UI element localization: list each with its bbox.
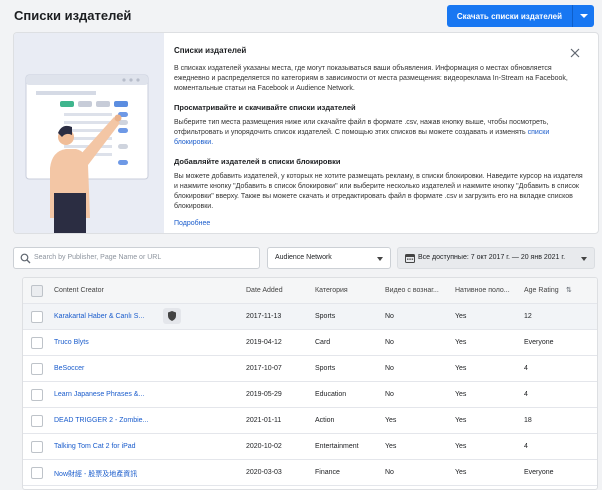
row-checkbox[interactable] [31, 389, 43, 401]
content-creator-link[interactable]: Talking Tom Cat 2 for iPad [54, 443, 136, 450]
search-icon [20, 253, 31, 264]
date-added: 2021-01-11 [246, 417, 282, 424]
row-checkbox[interactable] [31, 363, 43, 375]
row-checkbox[interactable] [31, 467, 43, 479]
info-paragraph: В списках издателей указаны места, где м… [174, 65, 568, 92]
chevron-down-icon [581, 257, 587, 261]
page-title: Списки издателей [14, 8, 132, 23]
download-publisher-lists-button[interactable]: Скачать списки издателей [446, 5, 572, 27]
age-rating: 4 [524, 443, 528, 450]
content-creator-link[interactable]: Truco Blyts [54, 339, 89, 346]
category: Sports [315, 313, 336, 320]
sort-icon[interactable]: ⇅ [566, 286, 572, 294]
age-rating: Everyone [524, 339, 554, 346]
category: Education [315, 391, 347, 398]
placement-value: Audience Network [275, 254, 332, 261]
date-added: 2020-10-02 [246, 443, 282, 450]
date-range-picker[interactable]: Все доступные: 7 окт 2017 г. — 20 янв 20… [397, 247, 595, 269]
age-rating: Everyone [524, 469, 554, 476]
row-checkbox[interactable] [31, 415, 43, 427]
date-added: 2019-04-12 [246, 339, 282, 346]
info-subheading: Добавляйте издателей в списки блокировки [174, 157, 341, 166]
native: Yes [455, 339, 467, 346]
rewarded-video: Yes [385, 443, 397, 450]
info-paragraph: Вы можете добавить издателей, у которых … [174, 173, 583, 210]
rewarded-video: No [385, 365, 394, 372]
close-icon[interactable] [570, 45, 580, 58]
rewarded-video: No [385, 469, 394, 476]
rewarded-video: No [385, 391, 394, 398]
download-options-dropdown[interactable] [572, 5, 594, 27]
content-creator-link[interactable]: Learn Japanese Phrases &... [54, 391, 144, 398]
add-to-blocklist-button[interactable] [163, 308, 181, 324]
native: Yes [455, 365, 467, 372]
date-added: 2017-10-07 [246, 365, 282, 372]
info-card: Списки издателей В списках издателей ука… [13, 32, 599, 234]
search-placeholder: Search by Publisher, Page Name or URL [34, 254, 162, 261]
info-paragraph: Выберите тип места размещения ниже или с… [174, 118, 584, 148]
age-rating: 4 [524, 365, 528, 372]
page-header: Списки издателей Скачать списки издателе… [0, 0, 602, 30]
native: Yes [455, 443, 467, 450]
table-header-row: Content Creator Date Added Категория Вид… [23, 278, 597, 304]
native: Yes [455, 313, 467, 320]
category: Action [315, 417, 335, 424]
age-rating: 18 [524, 417, 532, 424]
chevron-down-icon [377, 257, 383, 261]
chevron-down-icon [579, 14, 588, 18]
calendar-icon [405, 254, 415, 263]
info-subheading: Просматривайте и скачивайте списки издат… [174, 103, 356, 112]
date-range-value: Все доступные: 7 окт 2017 г. — 20 янв 20… [418, 254, 566, 261]
info-title: Списки издателей [174, 46, 247, 55]
age-rating: 12 [524, 313, 532, 320]
rewarded-video: No [385, 313, 394, 320]
native: Yes [455, 417, 467, 424]
rewarded-video: Yes [385, 417, 397, 424]
rewarded-video: No [385, 339, 394, 346]
content-creator-link[interactable]: DEAD TRIGGER 2 - Zombie... [54, 417, 148, 424]
row-checkbox[interactable] [31, 441, 43, 453]
content-creator-link[interactable]: Now財經 - 股票及地產資訊 [54, 469, 137, 479]
illustration [14, 33, 164, 233]
table-row[interactable]: Now財經 - 股票及地產資訊 2020-03-03 Finance No Ye… [23, 460, 597, 486]
table-row[interactable]: Learn Japanese Phrases &... 2019-05-29 E… [23, 382, 597, 408]
table-row[interactable]: BeSoccer 2017-10-07 Sports No Yes 4 [23, 356, 597, 382]
row-checkbox[interactable] [31, 311, 43, 323]
column-header-category[interactable]: Категория [315, 287, 348, 294]
search-input[interactable]: Search by Publisher, Page Name or URL [13, 247, 260, 269]
date-added: 2017-11-13 [246, 313, 282, 320]
select-all-checkbox[interactable] [31, 285, 43, 297]
column-header-age-rating[interactable]: Age Rating [524, 287, 559, 294]
content-creator-link[interactable]: Karakartal Haber & Canlı S... [54, 313, 144, 320]
info-text: Списки издателей В списках издателей ука… [172, 33, 592, 233]
age-rating: 4 [524, 391, 528, 398]
category: Card [315, 339, 331, 346]
table-row[interactable]: Talking Tom Cat 2 for iPad 2020-10-02 En… [23, 434, 597, 460]
category: Finance [315, 469, 340, 476]
table-row[interactable]: Truco Blyts 2019-04-12 Card No Yes Every… [23, 330, 597, 356]
column-header-rewarded-video[interactable]: Видео с вознаг... [385, 287, 439, 294]
category: Sports [315, 365, 336, 372]
download-button-group: Скачать списки издателей [446, 5, 594, 27]
category: Entertainment [315, 443, 359, 450]
info-paragraph-text: Выберите тип места размещения ниже или с… [174, 119, 549, 136]
placement-select[interactable]: Audience Network [267, 247, 391, 269]
date-added: 2019-05-29 [246, 391, 282, 398]
native: Yes [455, 391, 467, 398]
column-header-content-creator[interactable]: Content Creator [54, 287, 104, 294]
shield-icon [168, 311, 176, 321]
column-header-date-added[interactable]: Date Added [246, 287, 283, 294]
learn-more-link[interactable]: Подробнее [174, 219, 584, 229]
row-checkbox[interactable] [31, 337, 43, 349]
content-creator-link[interactable]: BeSoccer [54, 365, 84, 372]
column-header-native[interactable]: Нативное поло... [455, 287, 510, 294]
table-row[interactable]: DEAD TRIGGER 2 - Zombie... 2021-01-11 Ac… [23, 408, 597, 434]
publishers-table: Content Creator Date Added Категория Вид… [22, 277, 598, 490]
date-added: 2020-03-03 [246, 469, 282, 476]
table-row[interactable]: Karakartal Haber & Canlı S... 2017-11-13… [23, 304, 597, 330]
native: Yes [455, 469, 467, 476]
